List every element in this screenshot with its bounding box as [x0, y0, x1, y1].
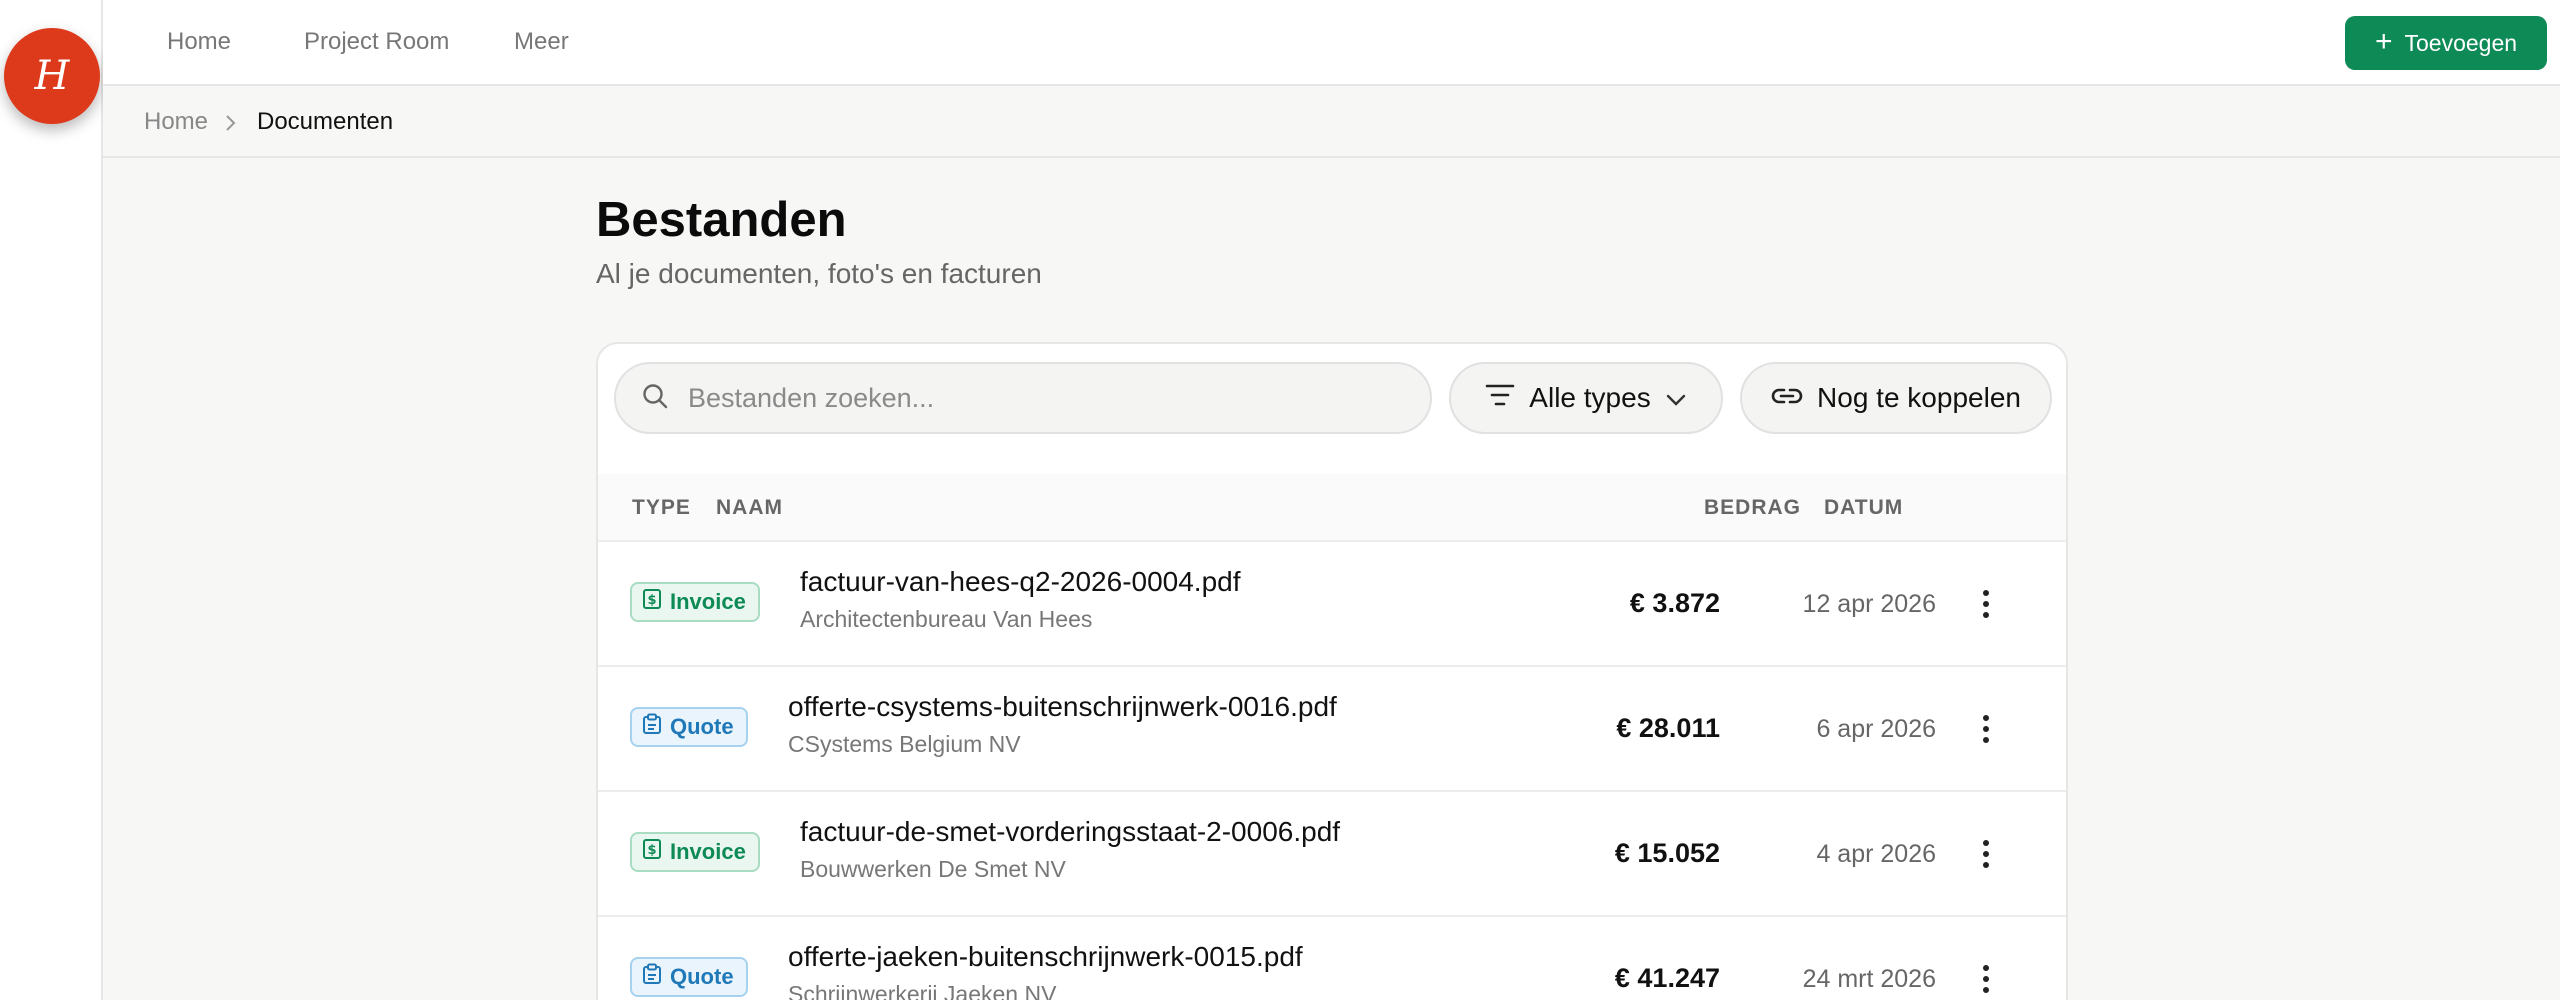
file-company: CSystems Belgium NV [788, 731, 1021, 757]
app-logo[interactable]: H [4, 28, 100, 124]
svg-text:$: $ [647, 593, 656, 608]
chevron-down-icon [1665, 382, 1687, 414]
more-vertical-icon[interactable] [1976, 584, 1996, 624]
table-row[interactable]: $ Invoice factuur-van-hees-q2-2026-0004.… [598, 542, 2066, 667]
clipboard-icon [642, 713, 662, 741]
type-label: Invoice [670, 839, 746, 864]
unlinked-filter-button[interactable]: Nog te koppelen [1740, 362, 2052, 434]
type-badge-invoice: $ Invoice [630, 582, 760, 622]
type-label: Invoice [670, 589, 746, 614]
link-icon [1771, 382, 1803, 414]
file-amount: € 3.872 [1629, 588, 1720, 618]
search-icon [640, 381, 670, 416]
file-company: Architectenbureau Van Hees [800, 606, 1093, 632]
dollar-receipt-icon: $ [642, 588, 662, 616]
column-name[interactable]: NAAM [716, 496, 783, 520]
unlinked-filter-label: Nog te koppelen [1817, 382, 2021, 413]
files-card: Alle types Nog te koppelen TYPE NAAM BED… [596, 342, 2068, 1000]
file-date: 6 apr 2026 [1816, 715, 1936, 743]
nav-home[interactable]: Home [167, 28, 231, 56]
file-amount: € 41.247 [1614, 963, 1720, 993]
page-subtitle: Al je documenten, foto's en facturen [596, 258, 1042, 289]
more-vertical-icon[interactable] [1976, 959, 1996, 999]
chevron-right-icon [224, 112, 238, 140]
search-input[interactable] [688, 382, 1388, 414]
breadcrumb-current: Documenten [257, 108, 394, 135]
search-box[interactable] [614, 362, 1432, 434]
file-amount: € 28.011 [1616, 713, 1720, 743]
breadcrumb: Home Documenten [103, 86, 2560, 158]
plus-icon: + [2374, 24, 2393, 58]
column-type[interactable]: TYPE [632, 496, 691, 520]
add-button[interactable]: + Toevoegen [2345, 16, 2547, 70]
nav-project-room[interactable]: Project Room [304, 28, 449, 56]
file-amount: € 15.052 [1614, 838, 1720, 868]
file-date: 4 apr 2026 [1816, 840, 1936, 868]
clipboard-icon [642, 963, 662, 991]
page-title: Bestanden [596, 193, 847, 247]
table-row[interactable]: Quote offerte-jaeken-buitenschrijnwerk-0… [598, 917, 2066, 1000]
file-name[interactable]: offerte-csystems-buitenschrijnwerk-0016.… [788, 691, 1337, 723]
type-badge-invoice: $ Invoice [630, 832, 760, 872]
breadcrumb-home[interactable]: Home [144, 108, 208, 136]
type-filter-dropdown[interactable]: Alle types [1449, 362, 1723, 434]
type-label: Quote [670, 964, 734, 989]
file-name[interactable]: factuur-de-smet-vorderingsstaat-2-0006.p… [800, 816, 1340, 848]
type-filter-label: Alle types [1529, 382, 1651, 413]
logo-letter: H [34, 53, 70, 99]
type-badge-quote: Quote [630, 957, 748, 997]
table-header: TYPE NAAM BEDRAG DATUM [598, 474, 2066, 542]
add-button-label: Toevoegen [2404, 29, 2518, 56]
file-date: 24 mrt 2026 [1802, 965, 1936, 993]
file-company: Schrijnwerkerij Jaeken NV [788, 981, 1057, 1000]
dollar-receipt-icon: $ [642, 838, 662, 866]
file-company: Bouwwerken De Smet NV [800, 856, 1066, 882]
svg-text:$: $ [647, 843, 656, 858]
file-date: 12 apr 2026 [1802, 590, 1936, 618]
more-vertical-icon[interactable] [1976, 834, 1996, 874]
column-amount[interactable]: BEDRAG [1704, 496, 1801, 520]
column-date[interactable]: DATUM [1824, 496, 1903, 520]
left-rail [0, 0, 103, 1000]
table-row[interactable]: $ Invoice factuur-de-smet-vorderingsstaa… [598, 792, 2066, 917]
file-name[interactable]: offerte-jaeken-buitenschrijnwerk-0015.pd… [788, 941, 1303, 973]
type-badge-quote: Quote [630, 707, 748, 747]
more-vertical-icon[interactable] [1976, 709, 1996, 749]
table-row[interactable]: Quote offerte-csystems-buitenschrijnwerk… [598, 667, 2066, 792]
top-bar: Home Project Room Meer + Toevoegen SJ [103, 0, 2560, 86]
nav-meer[interactable]: Meer [514, 28, 569, 56]
file-name[interactable]: factuur-van-hees-q2-2026-0004.pdf [800, 566, 1241, 598]
type-label: Quote [670, 714, 734, 739]
filter-icon [1485, 382, 1515, 415]
